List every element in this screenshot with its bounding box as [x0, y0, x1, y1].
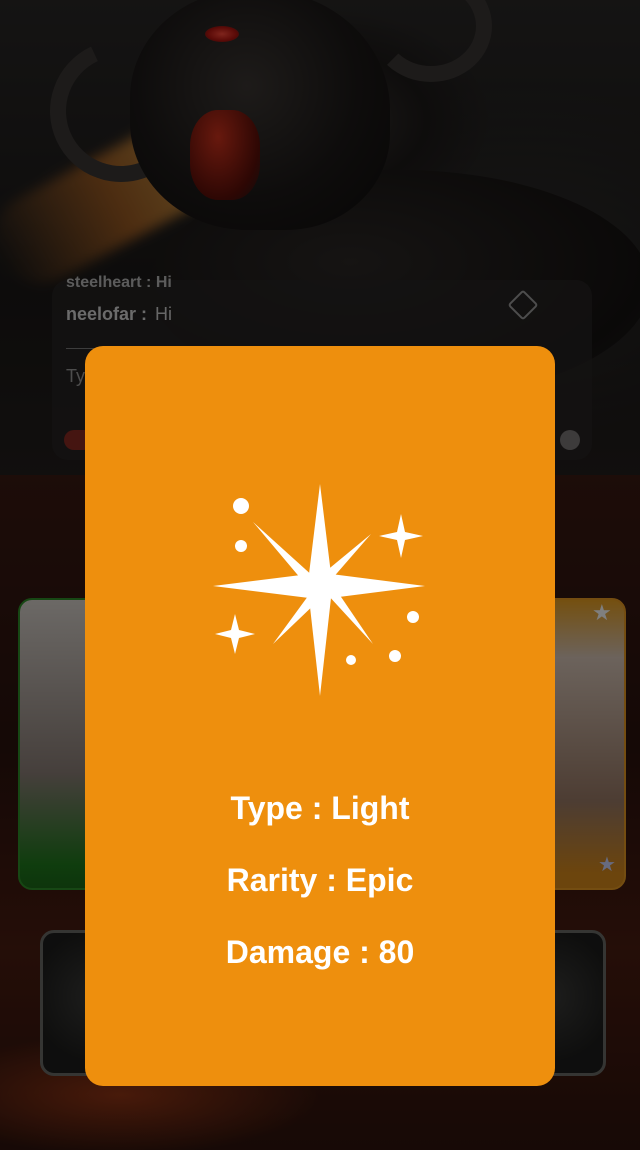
card-rarity: Rarity : Epic [226, 862, 414, 898]
card-damage: Damage : 80 [225, 934, 415, 970]
card-type: Type : Light [230, 790, 410, 826]
card-detail-modal: Type : Light Rarity : Epic Damage : 80 [85, 346, 555, 1086]
sparkle-icon [213, 484, 425, 696]
